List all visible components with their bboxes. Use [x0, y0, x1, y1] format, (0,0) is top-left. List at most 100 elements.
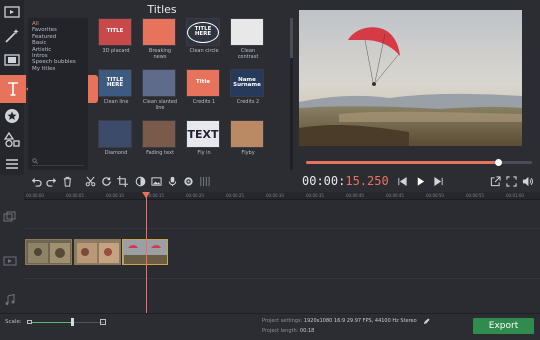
image-button[interactable] [150, 175, 162, 187]
film-icon [4, 54, 20, 66]
edit-toolbar [24, 171, 540, 191]
picture-icon [150, 176, 162, 186]
titles-tool-button[interactable] [0, 75, 26, 103]
title-caption: Clean contrast [237, 48, 259, 60]
category-list: All Favorites Featured Basic Artistic Intros S… [28, 18, 88, 170]
project-length-label: Project length: [262, 328, 299, 334]
title-caption: Credits 1 [192, 99, 216, 105]
project-length-value: 00:18 [299, 328, 315, 334]
title-tile[interactable]: Title Credits 1 [186, 69, 222, 113]
import-files-button[interactable] [0, 0, 24, 24]
ruler-tick-label: 00:00:45 [386, 193, 404, 198]
play-button[interactable] [414, 175, 426, 187]
title-tile[interactable]: TITLE 3D placard [98, 18, 134, 62]
magic-wand-icon [5, 29, 19, 43]
panel-heading: Titles [147, 3, 177, 16]
timeline-ruler[interactable]: 00:00:00 00:00:05 00:00:10 00:00:15 00:00:20… [24, 192, 540, 200]
star-circle-icon [5, 109, 19, 123]
title-tile[interactable]: Breaking news [142, 18, 178, 62]
title-caption: Diamond [104, 150, 128, 156]
title-tile[interactable]: Clean contrast [230, 18, 266, 62]
title-tile[interactable]: Clean slanted line [142, 69, 178, 113]
title-tile[interactable]: Diamond [98, 120, 134, 164]
clip-thumbnails [26, 240, 71, 264]
rotate-icon [101, 176, 111, 186]
skip-back-icon [397, 176, 407, 186]
more-tools-button[interactable] [0, 152, 24, 176]
title-caption: Fly in [197, 150, 211, 156]
delete-button[interactable] [61, 175, 73, 187]
skip-forward-icon [433, 176, 443, 186]
title-thumbnail [230, 18, 264, 46]
zoom-in-icon[interactable] [100, 319, 106, 325]
speaker-icon [522, 176, 533, 186]
color-adjust-button[interactable] [134, 175, 146, 187]
title-tile[interactable]: TITLE HERE Clean line [98, 69, 134, 113]
grid-scrollbar-thumb[interactable] [290, 18, 293, 58]
video-clip[interactable] [122, 239, 168, 265]
timecode-main: 00:00: [302, 174, 346, 188]
list-icon [6, 159, 18, 169]
project-settings-value: 1920x1080 16:9 29.97 FPS, 44100 Hz Stere… [303, 318, 417, 324]
title-tile[interactable]: TITLE HERE Clean circle [186, 18, 222, 62]
redo-button[interactable] [45, 175, 57, 187]
project-settings: Project settings: 1920x1080 16:9 29.97 F… [262, 318, 417, 324]
title-track-icon [3, 208, 17, 222]
grid-scrollbar[interactable] [290, 18, 293, 170]
scrubber-handle[interactable] [495, 159, 502, 166]
thumbnail-text: Name Surname [233, 76, 261, 88]
title-caption: Fading text [146, 150, 174, 156]
playhead[interactable] [146, 192, 147, 313]
ruler-tick-label: 00:00:30 [266, 193, 284, 198]
equalizer-button[interactable] [198, 175, 210, 187]
effects-button[interactable] [0, 24, 24, 48]
video-clip[interactable] [74, 239, 121, 265]
video-clip[interactable] [25, 239, 72, 265]
detach-preview-button[interactable] [489, 175, 501, 187]
title-caption: Clean slanted line [142, 99, 178, 111]
title-thumbnail: TITLE [98, 18, 132, 46]
equalizer-icon [199, 176, 210, 186]
next-frame-button[interactable] [432, 175, 444, 187]
rotate-button[interactable] [100, 175, 112, 187]
video-preview [299, 10, 522, 146]
fullscreen-button[interactable] [505, 175, 517, 187]
text-t-icon [8, 82, 18, 96]
title-tile[interactable]: Fading text [142, 120, 178, 164]
scale-slider-handle[interactable] [71, 318, 74, 326]
track-divider [24, 228, 540, 229]
fullscreen-icon [505, 175, 517, 187]
volume-button[interactable] [521, 175, 533, 187]
record-audio-button[interactable] [166, 175, 178, 187]
edit-pencil-icon[interactable] [423, 318, 430, 325]
title-tile[interactable]: TEXT Fly in [186, 120, 222, 164]
undo-button[interactable] [30, 175, 42, 187]
title-caption: Clean line [103, 99, 129, 105]
crop-button[interactable] [116, 175, 128, 187]
ruler-tick-label: 00:00:40 [346, 193, 364, 198]
previous-frame-button[interactable] [396, 175, 408, 187]
playhead-handle[interactable] [142, 192, 150, 198]
category-item[interactable]: My titles [28, 66, 88, 72]
filters-button[interactable] [0, 48, 24, 72]
preview-image [299, 10, 522, 146]
clip-properties-button[interactable] [182, 175, 194, 187]
title-tile[interactable]: Name Surname Credits 2 [230, 69, 266, 113]
ruler-tick-label: 00:00:00 [26, 193, 44, 198]
title-caption: Flyby [241, 150, 255, 156]
transitions-button[interactable] [0, 104, 24, 128]
scale-label: Scale: [5, 319, 22, 325]
split-button[interactable] [84, 175, 96, 187]
clip-thumbnails [75, 240, 120, 264]
title-thumbnail [230, 120, 264, 148]
stickers-button[interactable] [0, 128, 24, 152]
title-caption: Breaking news [148, 48, 172, 60]
ruler-tick-label: 00:00:50 [426, 193, 444, 198]
title-tile[interactable]: Flyby [230, 120, 266, 164]
track-divider [24, 278, 540, 279]
export-button[interactable]: Export [473, 318, 534, 334]
category-search-input[interactable] [32, 158, 84, 166]
crop-icon [116, 175, 128, 187]
ruler-tick-label: 00:00:05 [66, 193, 84, 198]
title-caption: 3D placard [102, 48, 130, 54]
